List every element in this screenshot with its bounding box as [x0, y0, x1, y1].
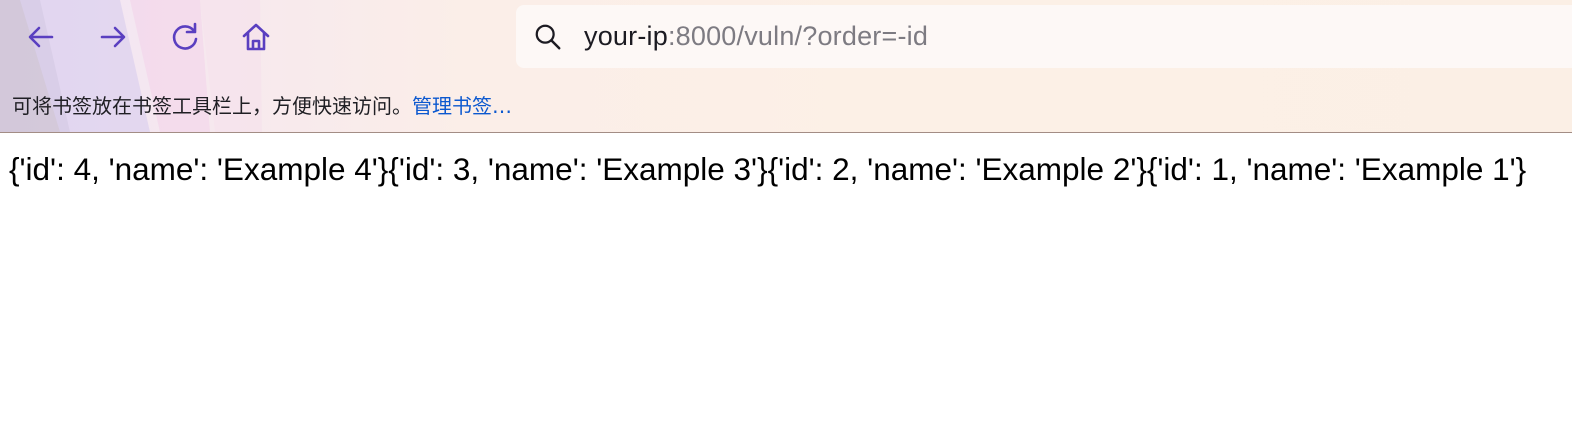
forward-button[interactable] [91, 16, 135, 58]
browser-chrome: your-ip:8000/vuln/?order=-id 可将书签放在书签工具栏… [0, 0, 1572, 133]
home-button[interactable] [234, 16, 278, 58]
arrow-right-icon [100, 26, 126, 48]
bookmarks-hint-text: 可将书签放在书签工具栏上，方便快速访问。 [12, 93, 412, 118]
back-button[interactable] [19, 16, 63, 58]
url-path: :8000/vuln/?order=-id [667, 21, 929, 51]
page-content: {'id': 4, 'name': 'Example 4'}{'id': 3, … [0, 133, 1572, 448]
reload-icon [172, 22, 198, 50]
reload-button[interactable] [163, 16, 207, 58]
manage-bookmarks-link[interactable]: 管理书签… [412, 90, 512, 119]
address-bar[interactable]: your-ip:8000/vuln/?order=-id [516, 5, 1572, 68]
arrow-left-icon [28, 26, 54, 48]
url-host: your-ip [584, 21, 668, 51]
url-text[interactable]: your-ip:8000/vuln/?order=-id [584, 21, 928, 52]
bookmarks-toolbar: 可将书签放在书签工具栏上，方便快速访问。 管理书签… [12, 90, 512, 118]
home-icon [242, 23, 270, 51]
response-body: {'id': 4, 'name': 'Example 4'}{'id': 3, … [9, 151, 1527, 187]
search-icon [532, 21, 564, 53]
navigation-toolbar: your-ip:8000/vuln/?order=-id [0, 0, 1572, 74]
